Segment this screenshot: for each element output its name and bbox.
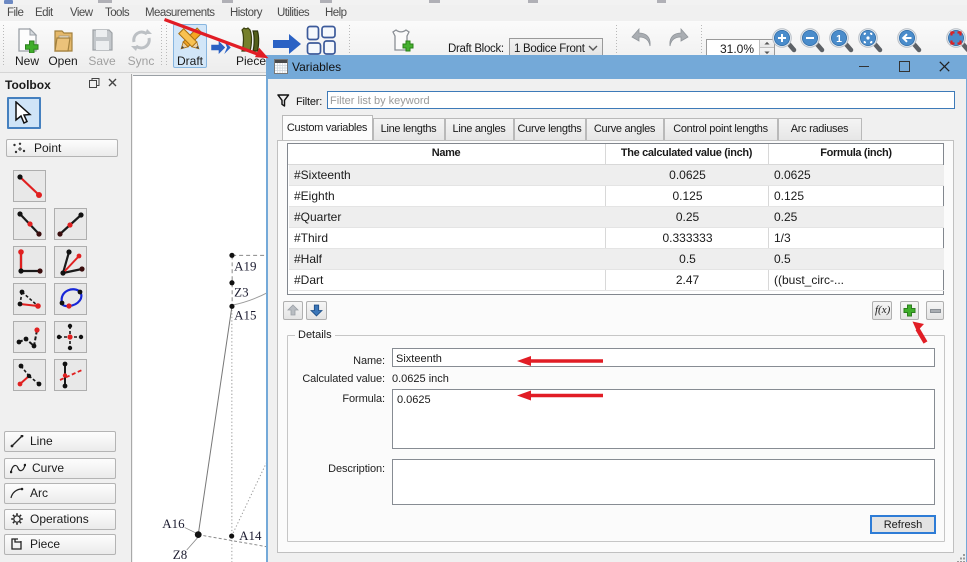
svg-text:A16: A16 — [162, 516, 185, 531]
svg-text:1: 1 — [836, 33, 842, 45]
svg-text:Z8: Z8 — [173, 547, 187, 562]
svg-text:Z3: Z3 — [234, 285, 248, 300]
svg-text:A14: A14 — [239, 528, 262, 543]
svg-text:A19: A19 — [234, 259, 256, 274]
svg-text:A15: A15 — [234, 307, 256, 322]
